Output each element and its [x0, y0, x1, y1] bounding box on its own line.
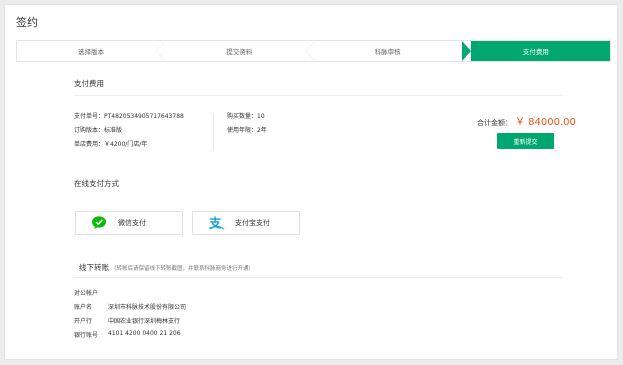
bank-label: 开户行: [74, 318, 93, 325]
offline-note: （转账后请保留线下转账截图，并联系科脉商务进行开通）: [111, 266, 255, 272]
step-select-edition: 选择版本: [17, 41, 167, 61]
step-pay: 支付费用: [461, 41, 610, 61]
account-name-label: 账户名: [74, 304, 93, 311]
quantity: 购买数量：10: [227, 113, 265, 120]
alipay-label: 支付宝支付: [235, 219, 270, 227]
payment-divider: [74, 95, 562, 96]
account-name: 深圳市科脉技术股份有限公司: [108, 304, 187, 311]
resubmit-button[interactable]: 重新提交: [497, 133, 554, 149]
step-submit-info: 提交资料: [165, 41, 315, 61]
account-number: 4101 4200 0400 21 206: [108, 330, 181, 337]
main-card: 签约 选择版本 提交资料 科脉审核 支付费用 支付费用 支付单号：PT48205…: [4, 4, 618, 360]
progress-steps: 选择版本 提交资料 科脉审核 支付费用: [16, 40, 611, 62]
info-separator: [213, 113, 214, 151]
online-section-title: 在线支付方式: [74, 179, 119, 188]
offline-section-title: 线下转账 （转账后请保留线下转账截图，并联系科脉商务进行开通）: [79, 263, 255, 272]
payment-section-title: 支付费用: [74, 79, 104, 88]
order-number: 支付单号：PT482053490571764378​8: [74, 113, 184, 120]
edition: 订购版本：标准版: [74, 127, 123, 134]
years: 使用年限：2年: [227, 127, 267, 134]
alipay-icon: 支: [209, 215, 225, 231]
page-title: 签约: [16, 16, 38, 29]
total-amount: 合计金额： ￥ 84000.00: [477, 117, 576, 128]
offline-divider: [74, 277, 562, 278]
total-value: ￥ 84000.00: [515, 117, 576, 128]
wechat-pay-label: 微信支付: [118, 219, 146, 227]
account-type: 对公帐户: [74, 290, 99, 297]
unit-price: 单店费用：￥4200/门店/年: [74, 141, 148, 148]
step-review: 科脉审核: [313, 41, 462, 61]
wechat-pay-option[interactable]: 微信支付: [75, 211, 183, 235]
account-number-label: 银行账号: [74, 332, 99, 339]
bank-name: 中国农业银行深圳梅林支行: [108, 318, 181, 325]
alipay-option[interactable]: 支 支付宝支付: [192, 211, 300, 235]
wechat-icon: [92, 215, 108, 231]
